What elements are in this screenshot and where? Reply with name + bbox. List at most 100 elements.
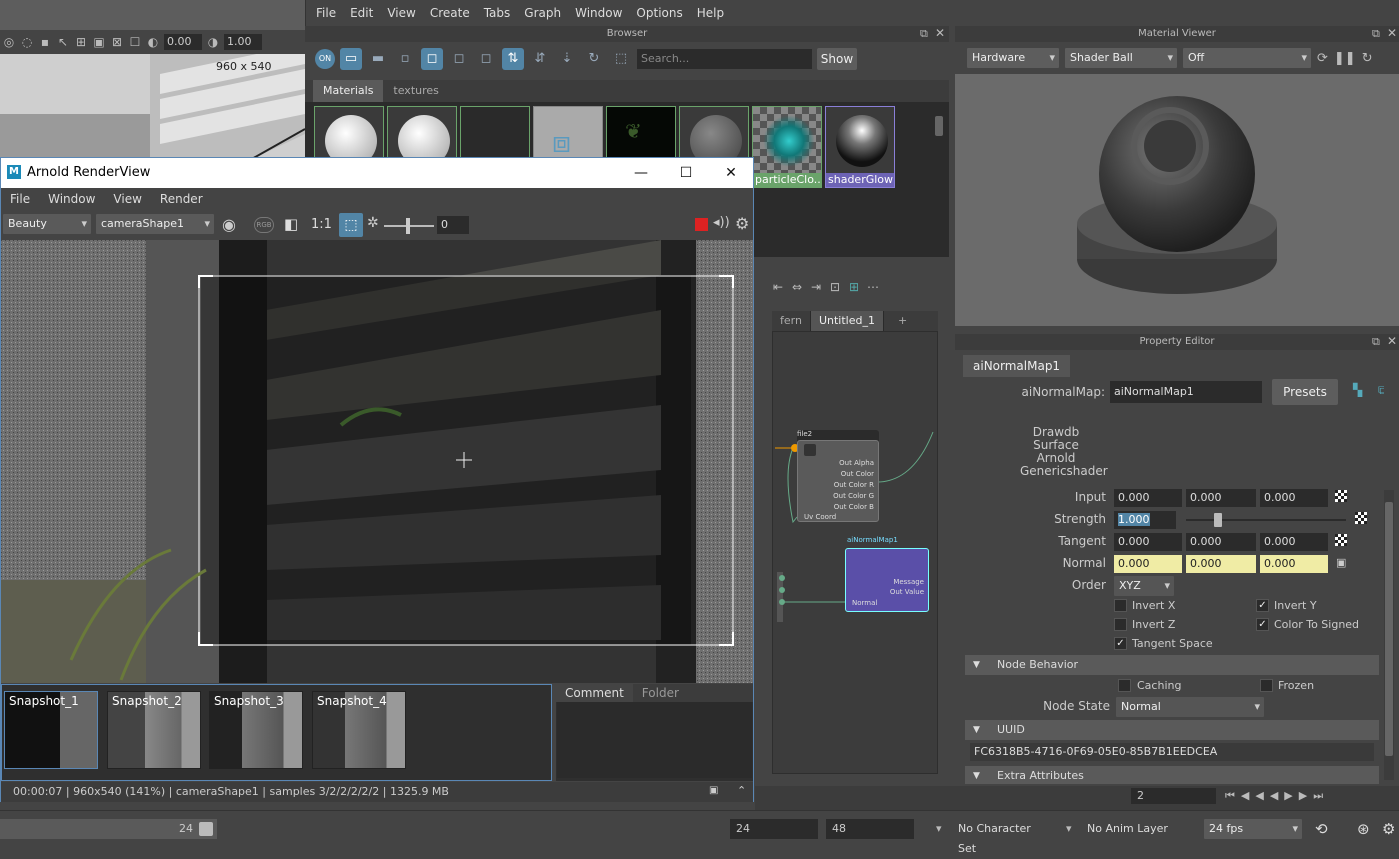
search-input[interactable]: Search... bbox=[637, 49, 812, 69]
input-connections-icon[interactable]: ⇤ bbox=[771, 280, 785, 294]
range-handle[interactable] bbox=[199, 822, 213, 836]
port-out-alpha[interactable]: Out Alpha bbox=[833, 458, 874, 469]
arnold-menu-render[interactable]: Render bbox=[160, 188, 203, 210]
char-set-arrow-icon[interactable]: ▾ bbox=[936, 822, 942, 835]
map-button-icon[interactable] bbox=[1335, 534, 1347, 546]
scroll-thumb[interactable] bbox=[935, 116, 943, 136]
settings-icon[interactable]: ⚙ bbox=[1382, 820, 1395, 838]
wireframe-icon[interactable]: ⊠ bbox=[110, 35, 124, 49]
exposure-icon[interactable]: ◐ bbox=[146, 35, 160, 49]
frozen-checkbox[interactable] bbox=[1260, 679, 1273, 692]
arnold-menu-file[interactable]: File bbox=[10, 188, 30, 210]
fps-dropdown[interactable]: 24 fps bbox=[1204, 819, 1302, 839]
node-graph[interactable]: file2 Out Alpha Out Color Out Color R Ou… bbox=[772, 331, 938, 774]
exposure-slider-thumb[interactable] bbox=[406, 218, 410, 234]
port-out-color[interactable]: Out Color bbox=[833, 469, 874, 480]
grid-icon[interactable]: ◌ bbox=[20, 35, 34, 49]
channel-icon[interactable]: ◉ bbox=[222, 215, 236, 234]
port-out-value[interactable]: Out Value bbox=[890, 587, 924, 597]
geometry-dropdown[interactable]: Shader Ball bbox=[1065, 48, 1177, 68]
io-connections-icon[interactable]: ⇔ bbox=[790, 280, 804, 294]
normal-z-field[interactable]: 0.000 bbox=[1260, 555, 1328, 573]
port-message[interactable]: Message bbox=[890, 577, 924, 587]
expand-icon[interactable]: ⌃ bbox=[737, 784, 746, 797]
small-icons-icon[interactable]: ▫ bbox=[394, 48, 416, 70]
tangent-x-field[interactable]: 0.000 bbox=[1114, 533, 1182, 551]
strength-field[interactable]: 1.000 bbox=[1114, 511, 1176, 529]
map-button-icon[interactable] bbox=[1355, 512, 1367, 524]
mv-close-icon[interactable]: ✕ bbox=[1387, 26, 1397, 40]
strength-slider[interactable] bbox=[1186, 513, 1346, 527]
menu-view[interactable]: View bbox=[387, 6, 415, 20]
property-scrollbar[interactable] bbox=[1384, 490, 1394, 780]
snapshot-camera-icon[interactable]: ▣ bbox=[709, 785, 718, 796]
exposure-field[interactable]: 0 bbox=[437, 216, 469, 234]
tab-materials[interactable]: Materials bbox=[313, 80, 384, 102]
node-name-field[interactable]: aiNormalMap1 bbox=[1110, 381, 1262, 403]
port-out-color-b[interactable]: Out Color B bbox=[833, 502, 874, 513]
comment-textarea[interactable] bbox=[557, 702, 752, 778]
stop-render-button[interactable] bbox=[695, 218, 708, 231]
camera-icon[interactable]: ◎ bbox=[2, 35, 16, 49]
anim-end-field[interactable]: 48 bbox=[826, 819, 914, 839]
timeline-frame-field[interactable]: 2 bbox=[1131, 788, 1216, 804]
material-swatch[interactable]: particleClo... bbox=[752, 106, 822, 188]
material-swatch[interactable]: shaderGlow1 bbox=[825, 106, 895, 188]
range-slider[interactable]: 24 bbox=[0, 819, 217, 839]
sort-alpha-icon[interactable]: ⇅ bbox=[502, 48, 524, 70]
sort-type-icon[interactable]: ⇵ bbox=[529, 48, 551, 70]
tab-comment[interactable]: Comment bbox=[556, 684, 633, 702]
browser-scrollbar[interactable] bbox=[933, 102, 945, 254]
order-dropdown[interactable]: XYZ bbox=[1114, 576, 1174, 596]
tab-untitled[interactable]: Untitled_1 bbox=[810, 311, 884, 331]
sort-time-icon[interactable]: ⇣ bbox=[556, 48, 578, 70]
tab-ainormalmap1[interactable]: aiNormalMap1 bbox=[963, 355, 1071, 377]
frame-icon[interactable]: ▣ bbox=[92, 35, 106, 49]
node-behavior-header[interactable]: Node Behavior bbox=[965, 655, 1379, 675]
port-normal[interactable]: Normal bbox=[852, 599, 877, 607]
tangent-y-field[interactable]: 0.000 bbox=[1186, 533, 1256, 551]
arnold-menu-view[interactable]: View bbox=[113, 188, 141, 210]
on-toggle[interactable]: ON bbox=[315, 49, 335, 69]
show-button[interactable]: Show bbox=[817, 48, 857, 70]
large-icons-icon[interactable]: ◻ bbox=[448, 48, 470, 70]
mv-float-icon[interactable]: ⧉ bbox=[1372, 27, 1380, 41]
pe-close-icon[interactable]: ✕ bbox=[1387, 334, 1397, 348]
menu-tabs[interactable]: Tabs bbox=[484, 6, 511, 20]
character-set[interactable]: No Character Set bbox=[952, 819, 1052, 855]
pause-icon[interactable]: ❚❚ bbox=[1334, 51, 1356, 66]
playback-controls[interactable]: ⏮◀◀◀▶▶⏭ bbox=[1225, 789, 1329, 803]
menu-file[interactable]: File bbox=[316, 6, 336, 20]
tangent-space-checkbox[interactable]: ✓ bbox=[1114, 637, 1127, 650]
exposure-icon[interactable]: ✲ bbox=[367, 215, 379, 231]
port-out-color-g[interactable]: Out Color G bbox=[833, 491, 874, 502]
menu-window[interactable]: Window bbox=[575, 6, 622, 20]
menu-create[interactable]: Create bbox=[430, 6, 470, 20]
menu-help[interactable]: Help bbox=[697, 6, 724, 20]
maximize-button[interactable]: ☐ bbox=[663, 158, 709, 188]
uuid-header[interactable]: UUID bbox=[965, 720, 1379, 740]
exposure-field[interactable]: 0.00 bbox=[164, 34, 202, 50]
camera-dropdown[interactable]: cameraShape1 bbox=[96, 214, 214, 234]
map-button-icon[interactable] bbox=[1335, 490, 1347, 502]
refresh-icon[interactable]: ↻ bbox=[1362, 51, 1373, 66]
settings-gear-icon[interactable]: ⚙ bbox=[735, 214, 749, 233]
browser-close-icon[interactable]: ✕ bbox=[935, 26, 945, 40]
anim-layer[interactable]: No Anim Layer bbox=[1081, 819, 1181, 839]
file-node[interactable]: Out Alpha Out Color Out Color R Out Colo… bbox=[797, 440, 879, 522]
snapshot-thumbnail[interactable]: Snapshot_1 bbox=[4, 691, 98, 769]
crop-region-icon[interactable]: ⬚ bbox=[339, 213, 363, 237]
scroll-thumb[interactable] bbox=[1385, 502, 1393, 756]
loop-icon[interactable]: ⟲ bbox=[1315, 820, 1328, 838]
auto-key-icon[interactable]: ⊛ bbox=[1357, 820, 1370, 838]
invert-z-checkbox[interactable] bbox=[1114, 618, 1127, 631]
invert-y-checkbox[interactable]: ✓ bbox=[1256, 599, 1269, 612]
medium-icons-icon[interactable]: ◻ bbox=[421, 48, 443, 70]
connection-icon[interactable]: ▣ bbox=[1336, 556, 1346, 569]
pe-float-icon[interactable]: ⧉ bbox=[1372, 335, 1380, 349]
port-out-color-r[interactable]: Out Color R bbox=[833, 480, 874, 491]
browser-float-icon[interactable]: ⧉ bbox=[920, 27, 928, 41]
menu-options[interactable]: Options bbox=[636, 6, 682, 20]
material-preview[interactable] bbox=[955, 74, 1399, 326]
snapshot-thumbnail[interactable]: Snapshot_3 bbox=[209, 691, 303, 769]
